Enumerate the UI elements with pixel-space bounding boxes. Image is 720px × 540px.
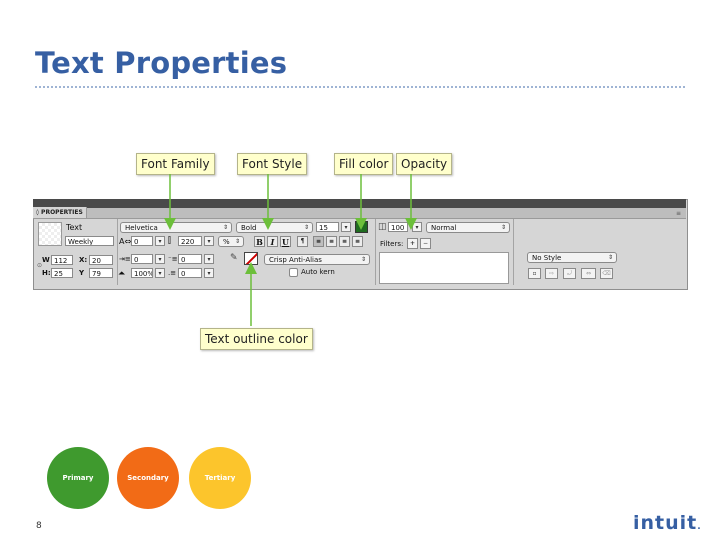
redefine-style-icon[interactable]: ⇨: [545, 268, 558, 279]
page-number: 8: [36, 521, 42, 531]
break-style-icon[interactable]: ⤾: [563, 268, 576, 279]
object-thumbnail: [38, 222, 62, 246]
dropdown-arrows-icon: ⇕: [500, 224, 506, 231]
leading-icon: ⫿: [168, 236, 171, 246]
panel-separator: [375, 219, 376, 285]
space-after-menu-button[interactable]: ▾: [204, 268, 214, 278]
bold-button[interactable]: B: [254, 236, 265, 247]
blend-mode-dropdown[interactable]: Normal ⇕: [426, 222, 510, 233]
add-filter-button[interactable]: +: [407, 238, 418, 249]
leading-unit-value: %: [223, 238, 230, 246]
align-center-icon[interactable]: ≡: [326, 236, 337, 247]
legend-secondary: Secondary: [117, 447, 179, 509]
object-name-input[interactable]: Weekly: [65, 236, 114, 246]
remove-filter-button[interactable]: −: [420, 238, 431, 249]
y-label: Y: [79, 269, 85, 277]
x-input[interactable]: 20: [89, 255, 113, 265]
indent-menu-button[interactable]: ▾: [155, 254, 165, 264]
panel-titlebar: [33, 199, 686, 208]
leading-unit-dropdown[interactable]: % ⇕: [218, 236, 244, 247]
logo-mark: .: [697, 522, 702, 532]
space-before-input[interactable]: 0: [178, 254, 202, 264]
font-family-value: Helvetica: [125, 224, 158, 232]
x-label: X:: [79, 256, 88, 264]
callout-fill-color: Fill color: [334, 153, 394, 175]
callout-text-outline-color: Text outline color: [200, 328, 313, 350]
dropdown-arrows-icon: ⇕: [234, 238, 240, 245]
intuit-logo: intuit.: [633, 512, 702, 534]
legend-primary: Primary: [47, 447, 109, 509]
leading-menu-button[interactable]: ▾: [204, 236, 214, 246]
stroke-color-swatch[interactable]: [244, 252, 258, 265]
legend-tertiary: Tertiary: [189, 447, 251, 509]
opacity-menu-button[interactable]: ▾: [412, 222, 422, 232]
font-size-input[interactable]: 15: [316, 222, 339, 232]
leading-input[interactable]: 220: [178, 236, 202, 246]
underline-button[interactable]: U: [280, 236, 291, 247]
align-left-icon[interactable]: ≡: [313, 236, 324, 247]
dropdown-arrows-icon: ⇕: [303, 224, 309, 231]
font-size-menu-button[interactable]: ▾: [341, 222, 351, 232]
filters-list[interactable]: [379, 252, 509, 284]
italic-button[interactable]: I: [267, 236, 278, 247]
panel-menu-icon[interactable]: ≡: [676, 210, 681, 217]
w-label: W: [42, 256, 50, 264]
space-after-icon: .≡: [168, 269, 177, 277]
new-style-icon[interactable]: ▫: [528, 268, 541, 279]
auto-kern-checkbox[interactable]: [289, 268, 298, 277]
space-before-icon: ⁻≡: [168, 255, 178, 263]
pencil-icon[interactable]: ✎: [230, 253, 238, 263]
kerning-menu-button[interactable]: ▾: [155, 236, 165, 246]
dropdown-arrows-icon: ⇕: [222, 224, 228, 231]
horizontal-scale-icon: ⏶: [118, 269, 126, 279]
panel-tabstrip: [33, 208, 686, 219]
delete-style-icon[interactable]: ⌫: [600, 268, 613, 279]
anti-alias-value: Crisp Anti-Alias: [269, 256, 322, 264]
font-style-dropdown[interactable]: Bold ⇕: [236, 222, 313, 233]
fill-color-swatch[interactable]: [355, 221, 368, 233]
indent-input[interactable]: 0: [131, 254, 153, 264]
tab-properties[interactable]: ◊ PROPERTIES: [33, 207, 87, 218]
kerning-input[interactable]: 0: [131, 236, 153, 246]
clear-overrides-icon[interactable]: ⇔: [581, 268, 596, 279]
align-right-icon[interactable]: ≡: [339, 236, 350, 247]
object-type-label: Text: [66, 223, 83, 232]
text-direction-icon[interactable]: ¶: [297, 236, 308, 247]
style-dropdown[interactable]: No Style ⇕: [527, 252, 617, 263]
opacity-icon: ◫: [378, 222, 387, 232]
auto-kern-label: Auto kern: [301, 268, 335, 276]
filters-label: Filters:: [380, 240, 404, 248]
dropdown-arrows-icon: ⇕: [360, 256, 366, 263]
horizontal-scale-input[interactable]: 100%: [131, 268, 153, 278]
y-input[interactable]: 79: [89, 268, 113, 278]
title-divider: [35, 86, 685, 88]
callout-opacity: Opacity: [396, 153, 453, 175]
callout-font-family: Font Family: [136, 153, 215, 175]
font-style-value: Bold: [241, 224, 257, 232]
anti-alias-dropdown[interactable]: Crisp Anti-Alias ⇕: [264, 254, 370, 265]
h-input[interactable]: 25: [51, 268, 73, 278]
logo-text: intuit: [633, 512, 698, 534]
h-label: H:: [42, 269, 51, 277]
horizontal-scale-menu-button[interactable]: ▾: [155, 268, 165, 278]
style-value: No Style: [532, 254, 562, 262]
w-input[interactable]: 112: [51, 255, 73, 265]
blend-mode-value: Normal: [431, 224, 457, 232]
indent-icon: ⇥≡: [119, 255, 131, 263]
opacity-input[interactable]: 100: [388, 222, 408, 232]
dropdown-arrows-icon: ⇕: [607, 254, 613, 261]
font-family-dropdown[interactable]: Helvetica ⇕: [120, 222, 232, 233]
callout-font-style: Font Style: [237, 153, 308, 175]
kerning-icon: A⇔: [119, 237, 132, 246]
space-after-input[interactable]: 0: [178, 268, 202, 278]
align-justify-icon[interactable]: ≡: [352, 236, 363, 247]
no-stroke-slash: [245, 253, 257, 264]
panel-separator: [513, 219, 514, 285]
slide-title: Text Properties: [35, 46, 288, 80]
space-before-menu-button[interactable]: ▾: [204, 254, 214, 264]
